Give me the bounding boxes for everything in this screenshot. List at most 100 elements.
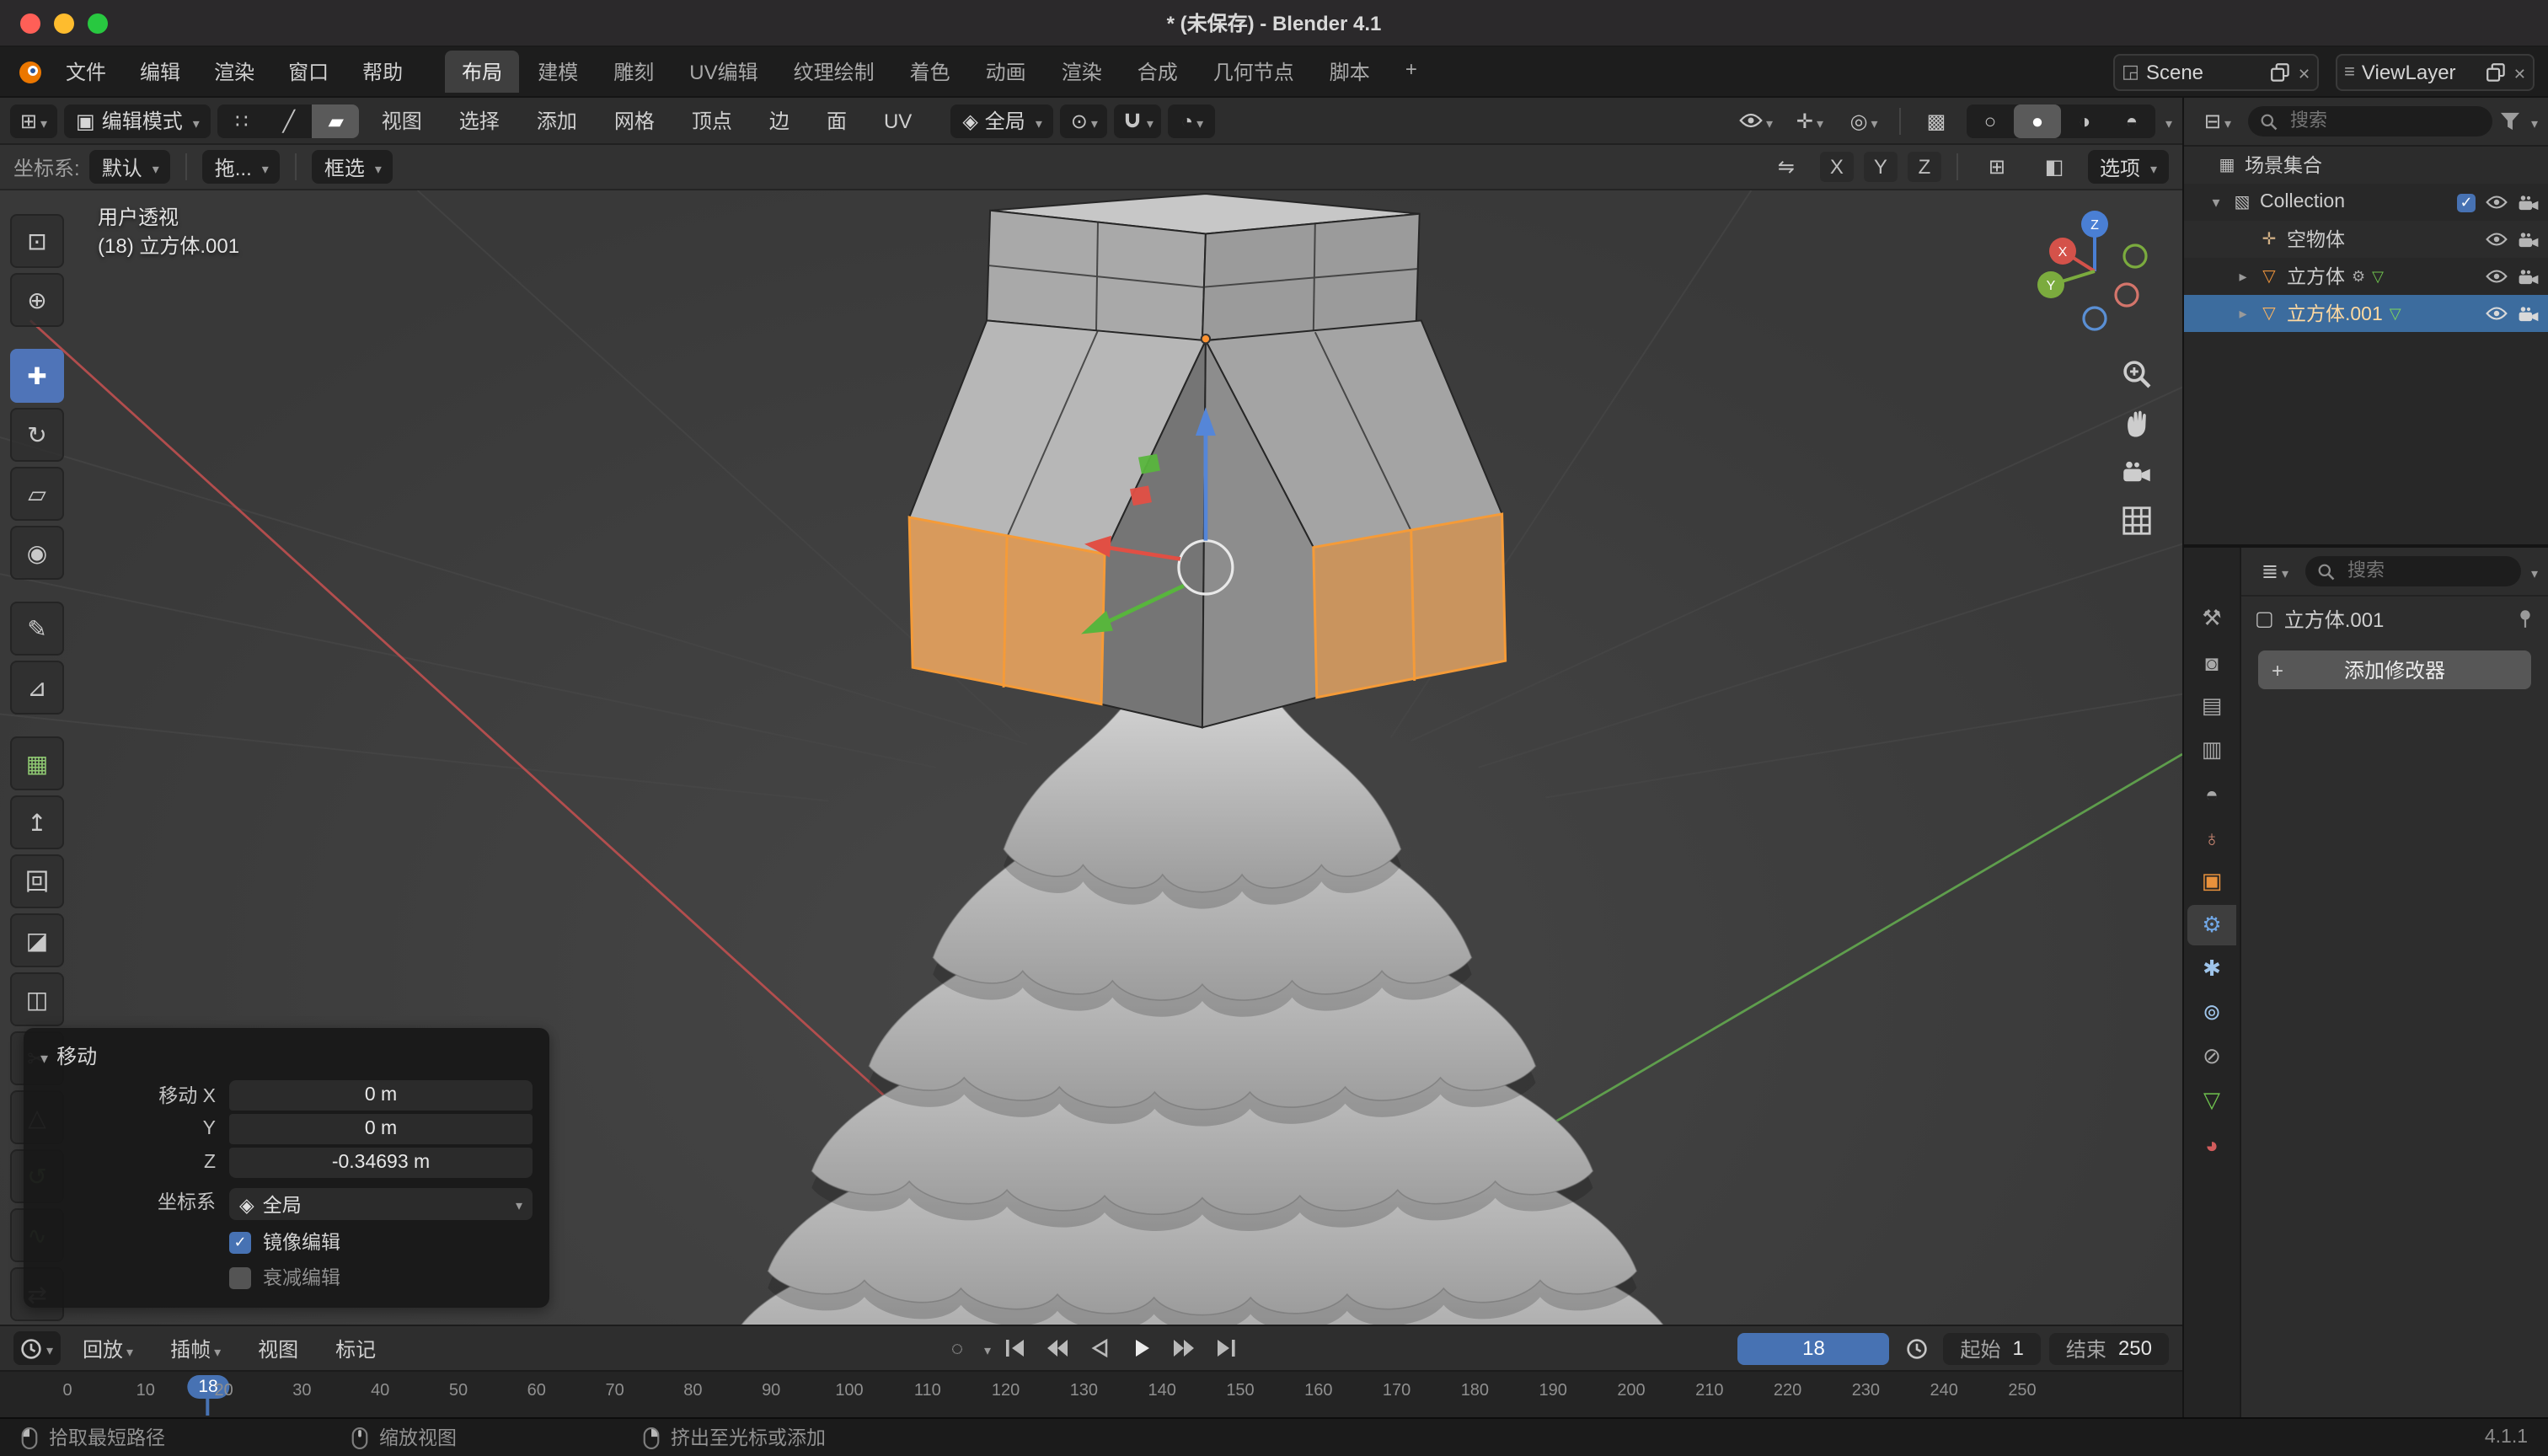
menu-vertex[interactable]: 顶点 (677, 101, 747, 140)
tool-scale[interactable]: ▱ (10, 467, 64, 521)
workspace-tab-shading[interactable]: 着色 (893, 51, 967, 93)
current-frame-field[interactable]: 18 (1738, 1332, 1890, 1364)
3d-viewport[interactable]: ⊡ ⊕ ✚ ↻ ▱ ◉ ✎ ⊿ ▦ ↥ 回 ◪ ◫ ✂ (0, 190, 2182, 1325)
menu-window[interactable]: 窗口 (273, 52, 344, 91)
jump-to-start-button[interactable] (996, 1333, 1033, 1363)
shading-rendered-button[interactable]: ◓ (2108, 104, 2155, 137)
mirror-x-button[interactable]: X (1820, 152, 1854, 182)
expand-arrow-icon[interactable] (2235, 304, 2251, 323)
remove-viewlayer-button[interactable] (2513, 60, 2526, 83)
outliner-editor-type-button[interactable]: ⊟ (2194, 104, 2241, 138)
tab-render[interactable]: ◙ (2187, 642, 2236, 682)
hide-eye-icon[interactable] (2486, 268, 2508, 285)
gizmos-dropdown[interactable]: ✛ (1786, 104, 1833, 137)
tab-constraints[interactable]: ⊘ (2187, 1036, 2236, 1077)
preset-dropdown[interactable]: 默认 (90, 150, 171, 184)
play-reverse-button[interactable] (1080, 1333, 1117, 1363)
outliner-search[interactable] (2248, 106, 2492, 136)
workspace-tab-rendering[interactable]: 渲染 (1045, 51, 1119, 93)
dropdown-caret-icon[interactable] (2528, 559, 2538, 583)
frame-end-field[interactable]: 结束250 (2049, 1332, 2169, 1364)
menu-select[interactable]: 选择 (444, 101, 515, 140)
jump-to-end-button[interactable] (1207, 1333, 1244, 1363)
render-camera-icon[interactable] (2518, 193, 2540, 211)
options-dropdown[interactable]: 选项 (2088, 150, 2169, 184)
breadcrumb-object-name[interactable]: 立方体.001 (2284, 604, 2385, 633)
overlays-dropdown[interactable]: ◎ (1840, 104, 1887, 137)
menu-uv[interactable]: UV (869, 104, 927, 137)
editor-type-button[interactable]: ⊞ (10, 104, 57, 137)
workspace-tab-compositing[interactable]: 合成 (1121, 51, 1195, 93)
menu-help[interactable]: 帮助 (347, 52, 418, 91)
workspace-tab-scripting[interactable]: 脚本 (1313, 51, 1387, 93)
scene-selector[interactable]: ◲ Scene (2113, 53, 2319, 90)
tree-mesh[interactable] (727, 691, 1677, 1325)
workspace-tab-layout[interactable]: 布局 (445, 51, 519, 93)
tab-object[interactable]: ▣ (2187, 861, 2236, 902)
mirror-y-button[interactable]: Y (1864, 152, 1898, 182)
tab-tool[interactable]: ⚒ (2187, 598, 2236, 639)
move-z-field[interactable]: -0.34693 m (229, 1148, 533, 1178)
edge-select-button[interactable]: ╱ (265, 104, 313, 137)
add-workspace-button[interactable]: + (1389, 51, 1434, 93)
new-scene-button[interactable] (2271, 62, 2291, 82)
timeline-editor-type-button[interactable] (13, 1331, 61, 1365)
properties-editor-type-button[interactable]: ≣ (2251, 554, 2299, 588)
expand-arrow-icon[interactable] (2235, 267, 2251, 286)
camera-view-button[interactable] (2122, 457, 2152, 487)
pivot-point-dropdown[interactable]: ⊙ (1061, 104, 1108, 137)
zoom-view-button[interactable] (2122, 359, 2152, 389)
operator-panel-header[interactable]: 移动 (40, 1038, 533, 1080)
transform-orientation-dropdown[interactable]: ◈ 全局 (950, 104, 1054, 137)
vertex-select-button[interactable]: ∷ (218, 104, 265, 137)
workspace-tab-geometry-nodes[interactable]: 几何节点 (1196, 51, 1311, 93)
tool-cursor[interactable]: ⊕ (10, 273, 64, 327)
proportional-editing-dropdown[interactable]: ◔ (1169, 104, 1216, 137)
menu-marker[interactable]: 标记 (320, 1329, 391, 1368)
frame-start-field[interactable]: 起始1 (1944, 1332, 2041, 1364)
viewlayer-selector[interactable]: ≡ ViewLayer (2336, 53, 2535, 90)
menu-edge[interactable]: 边 (754, 101, 805, 140)
prev-keyframe-button[interactable] (1038, 1333, 1075, 1363)
orientation-field-dropdown[interactable]: ◈ 全局 (229, 1188, 533, 1220)
pin-icon[interactable] (2516, 608, 2535, 629)
tab-modifiers[interactable]: ⚙ (2187, 905, 2236, 945)
menu-keying[interactable]: 插帧 (155, 1329, 236, 1368)
tab-scene[interactable]: ◓ (2187, 774, 2236, 814)
snap-toggle-button[interactable] (1115, 104, 1162, 137)
snap-grid-button[interactable]: ⊞ (1973, 150, 2021, 184)
shading-material-button[interactable]: ◑ (2061, 104, 2108, 137)
collection-checkbox[interactable] (2457, 193, 2476, 211)
outliner-row-scene-collection[interactable]: ▦ 场景集合 (2184, 147, 2548, 184)
hide-eye-icon[interactable] (2486, 231, 2508, 248)
properties-search-input[interactable] (2344, 559, 2509, 583)
workspace-tab-texture-paint[interactable]: 纹理绘制 (777, 51, 891, 93)
tool-annotate[interactable]: ✎ (10, 602, 64, 656)
outliner-row-cube-001[interactable]: ▽ 立方体.001 ▽ (2184, 295, 2548, 332)
tab-object-data[interactable]: ▽ (2187, 1080, 2236, 1121)
properties-search[interactable] (2305, 556, 2521, 586)
tool-extrude-region[interactable]: ↥ (10, 795, 64, 849)
pan-view-button[interactable] (2122, 408, 2152, 438)
menu-face[interactable]: 面 (811, 101, 862, 140)
menu-render[interactable]: 渲染 (199, 52, 270, 91)
menu-playback[interactable]: 回放 (67, 1329, 148, 1368)
tab-particles[interactable]: ✱ (2187, 949, 2236, 989)
hide-eye-icon[interactable] (2486, 194, 2508, 211)
mirror-z-button[interactable]: Z (1908, 152, 1941, 182)
move-x-field[interactable]: 0 m (229, 1080, 533, 1111)
tool-transform[interactable]: ◉ (10, 526, 64, 580)
visibility-dropdown[interactable] (1732, 104, 1780, 137)
render-camera-icon[interactable] (2518, 230, 2540, 249)
dropdown-caret-icon[interactable] (2528, 110, 2538, 133)
tool-bevel[interactable]: ◪ (10, 913, 64, 967)
menu-view[interactable]: 视图 (367, 101, 437, 140)
falloff-button[interactable]: ◧ (2031, 150, 2078, 184)
workspace-tab-uv[interactable]: UV编辑 (672, 51, 774, 93)
tab-physics[interactable]: ⊚ (2187, 993, 2236, 1033)
tool-select-box[interactable]: ⊡ (10, 214, 64, 268)
workspace-tab-animation[interactable]: 动画 (969, 51, 1043, 93)
hide-eye-icon[interactable] (2486, 305, 2508, 322)
tab-output[interactable]: ▤ (2187, 686, 2236, 726)
proportional-editing-checkbox[interactable] (229, 1266, 251, 1288)
